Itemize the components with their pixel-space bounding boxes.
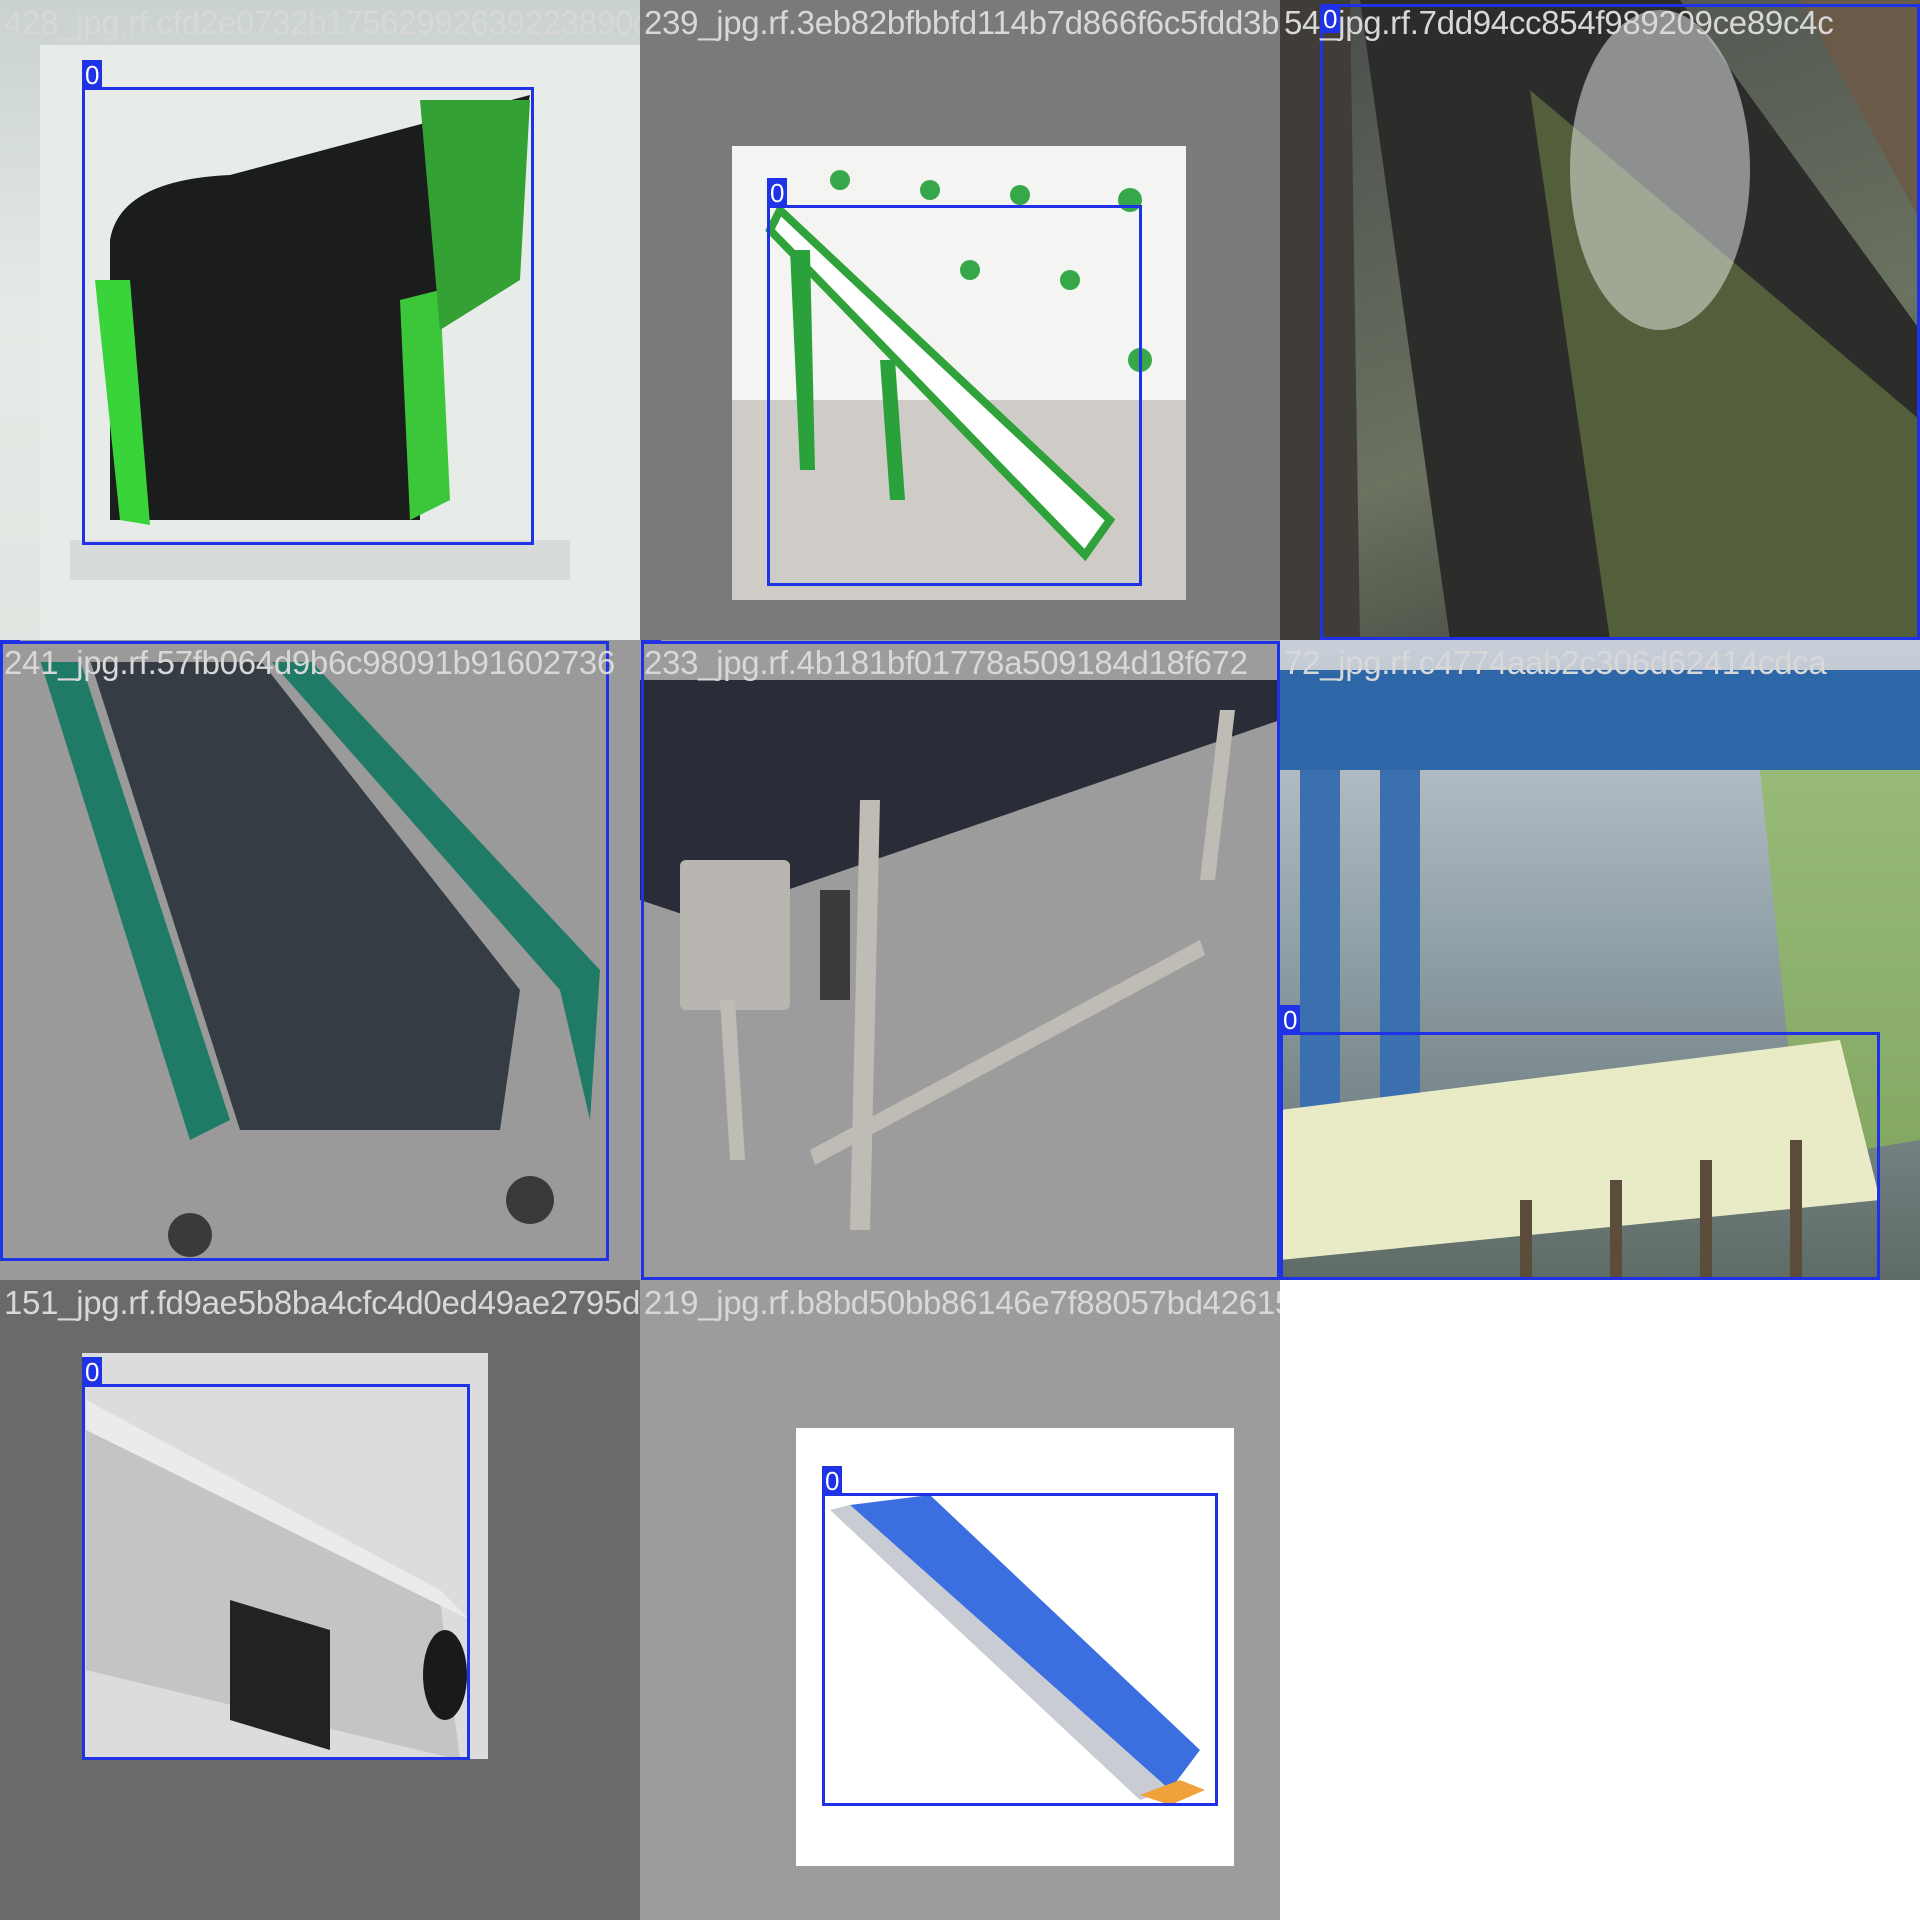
tile-1: 428_jpg.rf.cfd2e0732b17562992639223890d3… [0,0,640,640]
tile-3-filename: 54_jpg.rf.7dd94cc854f989209ce89c4c [1284,4,1834,41]
tile-2-filename: 239_jpg.rf.3eb82bfbbfd114b7d866f6c5fdd3b… [644,4,1280,41]
tile-8-bbox: 0 [822,1466,1218,1806]
tile-5-bbox: 0 [641,640,1280,1280]
tile-8: 219_jpg.rf.b8bd50bb86146e7f88057bd42615a… [640,1280,1280,1920]
tile-5-filename: 233_jpg.rf.4b181bf01778a509184d18f672 [644,644,1248,681]
tile-1-bbox-class-label: 0 [82,60,103,89]
tile-9-empty [1280,1280,1920,1920]
tile-4: 241_jpg.rf.57fb064d9b6c98091b91602736 0 [0,640,640,1280]
tile-2-bbox: 0 [767,178,1142,586]
tile-6: 72_jpg.rf.c4774aab2c306d62414cdca 0 [1280,640,1920,1280]
tile-3-bbox: 0 [1320,4,1920,640]
tile-8-bbox-class-label: 0 [822,1466,843,1495]
tile-7-bbox: 0 [82,1357,470,1760]
tile-7-filename: 151_jpg.rf.fd9ae5b8ba4cfc4d0ed49ae2795d [4,1284,640,1321]
tile-4-bbox-class-label: 0 [0,640,21,641]
tile-4-bbox: 0 [0,640,609,1261]
tile-7-bbox-class-label: 0 [82,1357,103,1386]
tile-1-filename: 428_jpg.rf.cfd2e0732b17562992639223890d3 [4,4,640,41]
tile-6-bbox-class-label: 0 [1280,1005,1301,1034]
tile-6-bbox: 0 [1280,1005,1880,1280]
tile-1-bbox: 0 [82,60,534,545]
tile-8-filename: 219_jpg.rf.b8bd50bb86146e7f88057bd42615a [644,1284,1280,1321]
tile-5-bbox-class-label: 0 [641,640,662,641]
tile-4-filename: 241_jpg.rf.57fb064d9b6c98091b91602736 [4,644,615,681]
tile-3: 54_jpg.rf.7dd94cc854f989209ce89c4c 0 [1280,0,1920,640]
tile-6-filename: 72_jpg.rf.c4774aab2c306d62414cdca [1284,644,1827,681]
tile-5: 233_jpg.rf.4b181bf01778a509184d18f672 0 [640,640,1280,1280]
tile-2: 239_jpg.rf.3eb82bfbbfd114b7d866f6c5fdd3b… [640,0,1280,640]
mosaic-grid: 428_jpg.rf.cfd2e0732b17562992639223890d3… [0,0,1920,1920]
tile-2-bbox-class-label: 0 [767,178,788,207]
tile-7: 151_jpg.rf.fd9ae5b8ba4cfc4d0ed49ae2795d … [0,1280,640,1920]
